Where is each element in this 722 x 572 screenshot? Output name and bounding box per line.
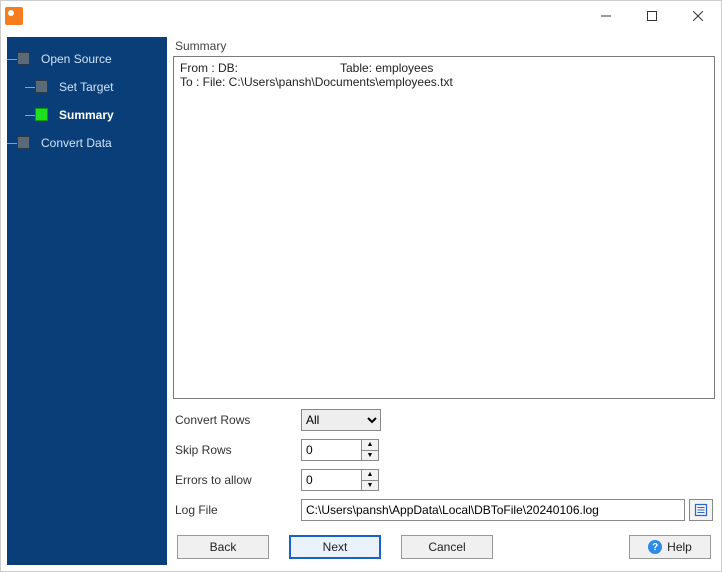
window-controls — [583, 1, 721, 31]
wizard-sidebar: Open Source Set Target Summary Convert D… — [7, 37, 167, 565]
spin-down-icon[interactable]: ▼ — [362, 451, 378, 461]
spin-up-icon[interactable]: ▲ — [362, 440, 378, 451]
errors-spinner[interactable]: ▲▼ — [301, 469, 381, 491]
convert-rows-label: Convert Rows — [175, 413, 295, 427]
main-panel: Summary From : DB: Table: employees To :… — [167, 37, 715, 565]
errors-input[interactable] — [301, 469, 361, 491]
back-button[interactable]: Back — [177, 535, 269, 559]
app-window: Open Source Set Target Summary Convert D… — [0, 0, 722, 572]
maximize-button[interactable] — [629, 1, 675, 31]
wizard-footer: Back Next Cancel ? Help — [173, 521, 715, 565]
sidebar-item-open-source[interactable]: Open Source — [11, 45, 163, 73]
summary-textarea[interactable]: From : DB: Table: employees To : File: C… — [173, 56, 715, 399]
sidebar-item-set-target[interactable]: Set Target — [11, 73, 163, 101]
cancel-button[interactable]: Cancel — [401, 535, 493, 559]
skip-rows-spinner[interactable]: ▲▼ — [301, 439, 381, 461]
summary-heading: Summary — [173, 37, 715, 56]
summary-from-table: Table: employees — [340, 61, 433, 75]
log-file-label: Log File — [175, 503, 295, 517]
summary-to-line: To : File: C:\Users\pansh\Documents\empl… — [180, 75, 708, 89]
app-icon — [5, 7, 23, 25]
sidebar-item-label: Convert Data — [41, 136, 112, 150]
spin-down-icon[interactable]: ▼ — [362, 481, 378, 491]
next-button[interactable]: Next — [289, 535, 381, 559]
minimize-button[interactable] — [583, 1, 629, 31]
skip-rows-label: Skip Rows — [175, 443, 295, 457]
skip-rows-input[interactable] — [301, 439, 361, 461]
spin-up-icon[interactable]: ▲ — [362, 470, 378, 481]
titlebar — [1, 1, 721, 31]
log-file-browse-button[interactable] — [689, 499, 713, 521]
close-button[interactable] — [675, 1, 721, 31]
sidebar-item-label: Open Source — [41, 52, 112, 66]
help-icon: ? — [648, 540, 662, 554]
summary-from-db: From : DB: — [180, 61, 340, 75]
sidebar-item-label: Set Target — [59, 80, 113, 94]
convert-rows-select[interactable]: All — [301, 409, 381, 431]
errors-label: Errors to allow — [175, 473, 295, 487]
options-grid: Convert Rows All Skip Rows ▲▼ Errors to … — [173, 399, 715, 521]
sidebar-item-convert-data[interactable]: Convert Data — [11, 129, 163, 157]
log-file-input[interactable] — [301, 499, 685, 521]
sidebar-item-summary[interactable]: Summary — [11, 101, 163, 129]
sidebar-item-label: Summary — [59, 108, 114, 122]
help-button[interactable]: ? Help — [629, 535, 711, 559]
